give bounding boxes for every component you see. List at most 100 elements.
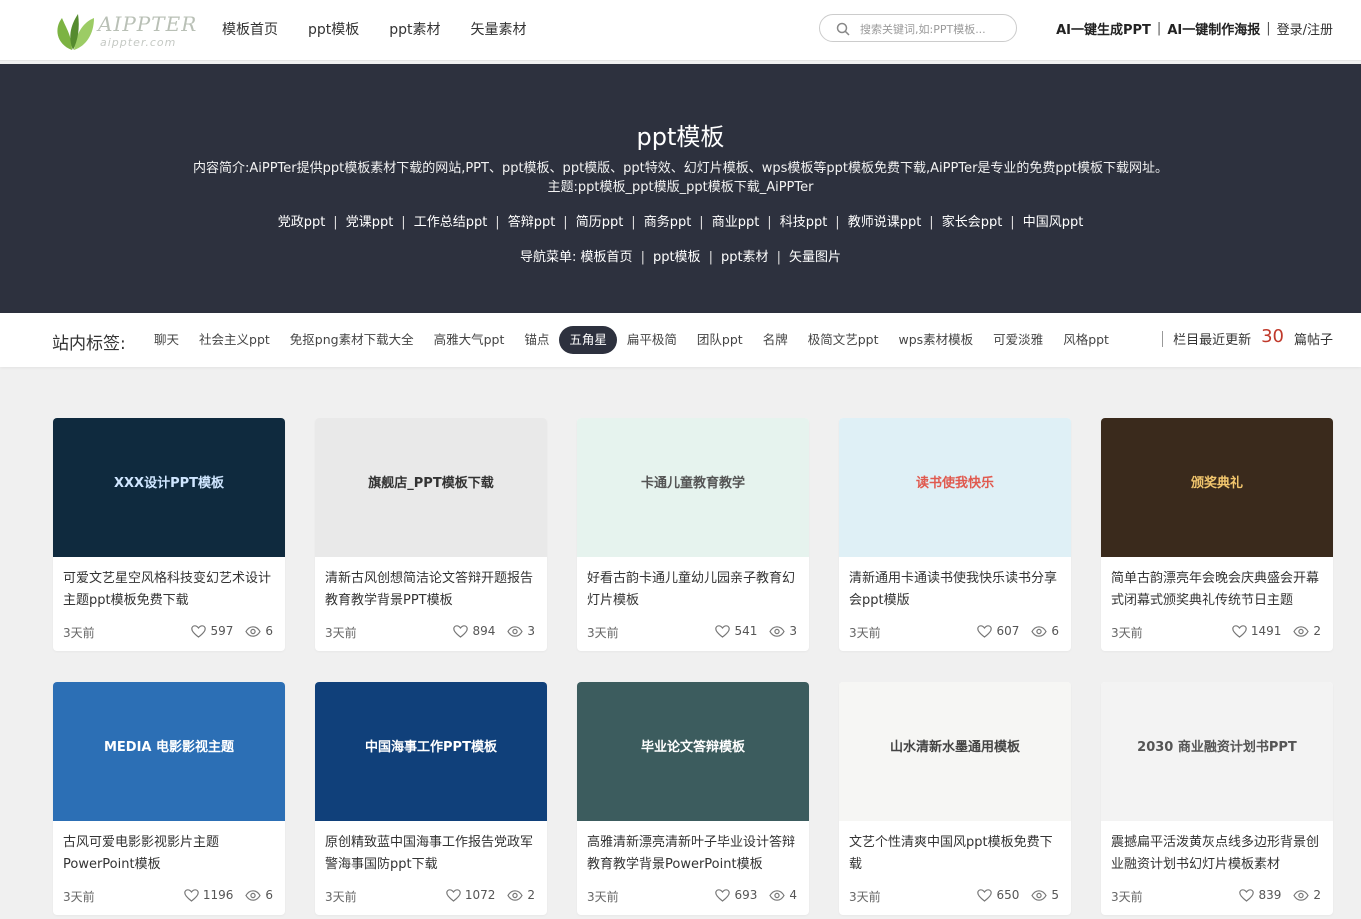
hero-menu-link-2[interactable]: ppt素材 [721,250,769,265]
hero-tag-link-8[interactable]: 教师说课ppt [848,215,922,230]
template-thumbnail[interactable]: 毕业论文答辩模板 [577,682,809,821]
category-theme: 主题:ppt模板_ppt模版_ppt模板下载_AiPPTer [547,180,814,195]
hero-tag-link-2[interactable]: 工作总结ppt [414,215,488,230]
template-title[interactable]: 好看古韵卡通儿童幼儿园亲子教育幻灯片模板 [587,568,799,612]
recent-count: 30 [1261,326,1284,347]
separator: | [835,215,840,230]
template-title[interactable]: 清新古风创想简洁论文答辩开题报告教育教学背景PPT模板 [325,568,537,612]
hero-tag-link-9[interactable]: 家长会ppt [942,215,1003,230]
site-tag[interactable]: 可爱淡雅 [983,326,1053,354]
heart-icon [453,624,469,638]
template-title[interactable]: 高雅清新漂亮清新叶子毕业设计答辩教育教学背景PowerPoint模板 [587,832,799,876]
template-thumbnail[interactable]: 颁奖典礼 [1101,418,1333,557]
template-card[interactable]: MEDIA 电影影视主题 古风可爱电影影视影片主题PowerPoint模板 3天前 1… [53,682,285,915]
site-tag[interactable]: 聊天 [144,326,189,354]
eye-icon [1293,625,1310,637]
eye-icon [1031,889,1048,901]
template-title[interactable]: 简单古韵漂亮年会晚会庆典盛会开幕式闭幕式颁奖典礼传统节日主题 [1111,568,1323,612]
template-thumbnail[interactable]: 2030 商业融资计划书PPT [1101,682,1333,821]
template-card[interactable]: XXX设计PPT模板 可爱文艺星空风格科技变幻艺术设计主题ppt模板免费下载 3天前… [53,418,285,651]
recent-suffix: 篇帖子 [1293,333,1333,348]
heart-icon [446,888,461,902]
hero-tag-link-3[interactable]: 答辩ppt [508,215,556,230]
hero-tag-link-7[interactable]: 科技ppt [780,215,828,230]
thumbnail-caption: 卡通儿童教育教学 [640,476,745,491]
card-stats: 597 6 [191,624,273,638]
heart-icon [1239,888,1255,902]
template-card[interactable]: 卡通儿童教育教学 好看古韵卡通儿童幼儿园亲子教育幻灯片模板 3天前 541 3 [577,418,809,651]
recent-prefix: 栏目最近更新 [1173,333,1252,348]
hero-category-links: 党政ppt | 党课ppt | 工作总结ppt | 答辩ppt | 简历ppt | 商务ppt | 商业… [0,211,1361,230]
hero-tag-link-4[interactable]: 简历ppt [576,215,624,230]
thumbnail-caption: 2030 商业融资计划书PPT [1137,740,1297,755]
hero-menu-link-3[interactable]: 矢量图片 [789,250,841,265]
template-title[interactable]: 文艺个性清爽中国风ppt模板免费下载 [849,832,1061,876]
login-register-link[interactable]: 登录/注册 [1277,19,1333,38]
post-time: 3天前 [587,626,619,640]
nav-home[interactable]: 模板首页 [222,19,278,39]
site-tag[interactable]: wps素材模板 [889,326,984,354]
site-tag[interactable]: 团队ppt [687,326,753,354]
separator: | [699,215,704,230]
like-count: 693 [734,888,758,902]
nav-vector-materials[interactable]: 矢量素材 [471,19,527,39]
hero-tag-link-0[interactable]: 党政ppt [278,215,326,230]
hero-nav-menu: 导航菜单: 模板首页 | ppt模板 | ppt素材 | 矢量图片 [0,246,1361,265]
site-tag[interactable]: 社会主义ppt [189,326,280,354]
template-card[interactable]: 颁奖典礼 简单古韵漂亮年会晚会庆典盛会开幕式闭幕式颁奖典礼传统节日主题 3天前 149… [1101,418,1333,651]
card-stats: 607 6 [977,624,1059,638]
site-tag[interactable]: 高雅大气ppt [424,326,515,354]
template-title[interactable]: 清新通用卡通读书使我快乐读书分享会ppt模版 [849,568,1061,612]
card-stats: 839 2 [1239,888,1321,902]
template-card[interactable]: 旗舰店_PPT模板下载 清新古风创想简洁论文答辩开题报告教育教学背景PPT模板 3天… [315,418,547,651]
template-title[interactable]: 古风可爱电影影视影片主题PowerPoint模板 [63,832,275,876]
hero-tag-link-10[interactable]: 中国风ppt [1023,215,1084,230]
template-thumbnail[interactable]: MEDIA 电影影视主题 [53,682,285,821]
template-thumbnail[interactable]: 中国海事工作PPT模板 [315,682,547,821]
heart-icon [977,624,993,638]
site-tag[interactable]: 五角星 [559,326,617,354]
hero-tag-link-6[interactable]: 商业ppt [712,215,760,230]
template-card[interactable]: 中国海事工作PPT模板 原创精致蓝中国海事工作报告党政军警海事国防ppt下载 3天前… [315,682,547,915]
view-count: 6 [265,888,273,902]
separator: | [333,215,338,230]
hero-tag-link-1[interactable]: 党课ppt [346,215,394,230]
template-thumbnail[interactable]: 卡通儿童教育教学 [577,418,809,557]
heart-icon [191,624,207,638]
eye-icon [245,625,262,637]
site-logo[interactable]: AIPPTER aippter.com [52,8,196,54]
template-card[interactable]: 山水清新水墨通用模板 文艺个性清爽中国风ppt模板免费下载 3天前 650 5 [839,682,1071,915]
site-tag[interactable]: 锚点 [514,326,559,354]
search-input[interactable] [858,18,1012,40]
template-card[interactable]: 读书使我快乐 清新通用卡通读书使我快乐读书分享会ppt模版 3天前 607 6 [839,418,1071,651]
template-thumbnail[interactable]: XXX设计PPT模板 [53,418,285,557]
site-tag[interactable]: 极简文艺ppt [798,326,889,354]
template-title[interactable]: 震撼扁平活泼黄灰点线多边形背景创业融资计划书幻灯片模板素材 [1111,832,1323,876]
ai-ppt-link[interactable]: AI一键生成PPT [1056,19,1151,38]
site-tag[interactable]: 风格ppt [1053,326,1119,354]
nav-ppt-materials[interactable]: ppt素材 [389,19,440,39]
site-tag[interactable]: 免抠png素材下载大全 [280,326,424,354]
hero-menu-link-0[interactable]: 模板首页 [581,250,633,265]
template-thumbnail[interactable]: 山水清新水墨通用模板 [839,682,1071,821]
ai-poster-link[interactable]: AI一键制作海报 [1167,19,1260,38]
search-icon[interactable] [836,22,850,36]
nav-ppt-templates[interactable]: ppt模板 [308,19,359,39]
template-thumbnail[interactable]: 旗舰店_PPT模板下载 [315,418,547,557]
heart-icon [715,888,731,902]
hero-tag-link-5[interactable]: 商务ppt [644,215,692,230]
template-title[interactable]: 可爱文艺星空风格科技变幻艺术设计主题ppt模板免费下载 [63,568,275,612]
heart-icon [715,624,731,638]
separator: | [1156,21,1162,36]
template-title[interactable]: 原创精致蓝中国海事工作报告党政军警海事国防ppt下载 [325,832,537,876]
template-card[interactable]: 毕业论文答辩模板高雅清新漂亮清新叶子毕业设计答辩教育教学背景PowerPoint… [577,682,809,915]
eye-icon [769,889,786,901]
eye-icon [507,625,524,637]
site-tag[interactable]: 扁平极简 [617,326,687,354]
site-tag[interactable]: 名牌 [753,326,798,354]
view-count: 6 [1051,624,1059,638]
template-thumbnail[interactable]: 读书使我快乐 [839,418,1071,557]
hero-menu-link-1[interactable]: ppt模板 [653,250,701,265]
template-card[interactable]: 2030 商业融资计划书PPT 震撼扁平活泼黄灰点线多边形背景创业融资计划书幻灯片… [1101,682,1333,915]
category-description: 内容简介:AiPPTer提供ppt模板素材下载的网站,PPT、ppt模板、ppt… [192,161,1169,176]
